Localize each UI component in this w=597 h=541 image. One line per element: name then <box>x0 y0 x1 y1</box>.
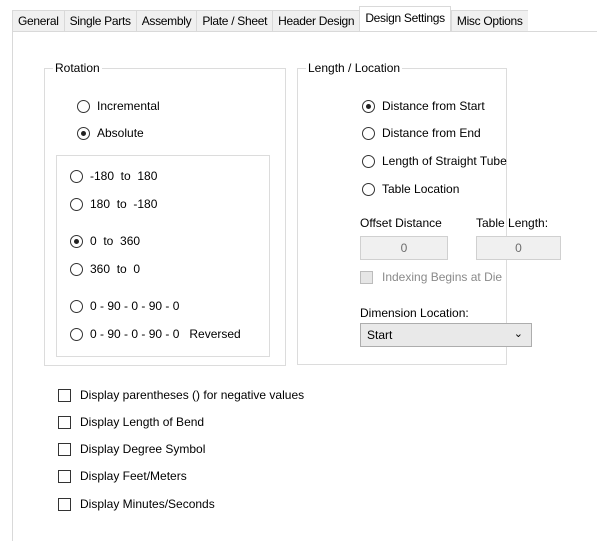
radio-icon[interactable] <box>70 169 83 183</box>
tab-plate-sheet[interactable]: Plate / Sheet <box>196 10 273 32</box>
tab-design-settings[interactable]: Design Settings <box>359 6 451 32</box>
label: Length of Straight Tube <box>382 154 507 168</box>
chevron-down-icon: ⌄ <box>513 328 523 340</box>
tab-misc-options[interactable]: Misc Options <box>450 10 528 32</box>
label: Display Feet/Meters <box>80 469 187 483</box>
checkbox-icon[interactable] <box>58 388 71 402</box>
indexing-checkbox[interactable]: Indexing Begins at Die <box>360 270 502 284</box>
label: 180 to -180 <box>90 197 158 211</box>
checkbox-icon[interactable] <box>58 497 71 511</box>
radio-icon[interactable] <box>70 327 83 341</box>
label: 0 to 360 <box>90 234 141 248</box>
radio-icon[interactable] <box>362 99 375 113</box>
radio-range-5[interactable]: 0 - 90 - 0 - 90 - 0 <box>70 299 179 313</box>
dimension-location-select[interactable]: Start ⌄ <box>360 323 532 347</box>
radio-absolute[interactable]: Absolute <box>77 126 144 140</box>
label: Table Location <box>382 182 460 196</box>
dimension-location-label: Dimension Location: <box>360 306 469 320</box>
checkbox-minutes-seconds[interactable]: Display Minutes/Seconds <box>58 497 215 511</box>
length-title: Length / Location <box>306 61 403 75</box>
label: 360 to 0 <box>90 262 141 276</box>
radio-icon[interactable] <box>362 182 375 196</box>
radio-icon[interactable] <box>70 234 83 248</box>
radio-icon[interactable] <box>70 197 83 211</box>
radio-range-4[interactable]: 360 to 0 <box>70 262 140 276</box>
checkbox-icon[interactable] <box>360 270 373 284</box>
checkbox-feet-meters[interactable]: Display Feet/Meters <box>58 469 187 483</box>
checkbox-length-of-bend[interactable]: Display Length of Bend <box>58 415 204 429</box>
label: 0 - 90 - 0 - 90 - 0 <box>90 299 180 313</box>
radio-icon[interactable] <box>70 299 83 313</box>
label: Distance from Start <box>382 99 485 113</box>
select-value: Start <box>367 328 393 342</box>
radio-table-location[interactable]: Table Location <box>362 182 459 196</box>
radio-icon[interactable] <box>70 262 83 276</box>
checkbox-icon[interactable] <box>58 469 71 483</box>
label: Absolute <box>97 126 144 140</box>
radio-range-6[interactable]: 0 - 90 - 0 - 90 - 0 Reversed <box>70 327 241 341</box>
table-length-label: Table Length: <box>476 216 549 230</box>
label: Display Degree Symbol <box>80 442 206 456</box>
label: Display Length of Bend <box>80 415 205 429</box>
radio-range-1[interactable]: -180 to 180 <box>70 169 157 183</box>
tab-bar: General Single Parts Assembly Plate / Sh… <box>12 6 528 32</box>
tab-assembly[interactable]: Assembly <box>135 10 197 32</box>
label: -180 to 180 <box>90 169 158 183</box>
tab-single-parts[interactable]: Single Parts <box>63 10 136 32</box>
label: Distance from End <box>382 126 481 140</box>
label: Display parentheses () for negative valu… <box>80 388 305 402</box>
label: Indexing Begins at Die <box>382 270 503 284</box>
checkbox-parentheses[interactable]: Display parentheses () for negative valu… <box>58 388 304 402</box>
radio-distance-end[interactable]: Distance from End <box>362 126 481 140</box>
radio-icon[interactable] <box>362 154 375 168</box>
radio-range-2[interactable]: 180 to -180 <box>70 197 157 211</box>
radio-distance-start[interactable]: Distance from Start <box>362 99 485 113</box>
checkbox-icon[interactable] <box>58 415 71 429</box>
label: Incremental <box>97 99 160 113</box>
radio-incremental[interactable]: Incremental <box>77 99 160 113</box>
radio-length-straight[interactable]: Length of Straight Tube <box>362 154 507 168</box>
checkbox-icon[interactable] <box>58 442 71 456</box>
offset-distance-field[interactable]: 0 <box>360 236 448 260</box>
label: 0 - 90 - 0 - 90 - 0 Reversed <box>90 327 241 341</box>
radio-icon[interactable] <box>362 126 375 140</box>
rotation-title: Rotation <box>53 61 102 75</box>
label: Display Minutes/Seconds <box>80 497 215 511</box>
offset-distance-label: Offset Distance <box>360 216 442 230</box>
tab-header-design[interactable]: Header Design <box>272 10 360 32</box>
radio-icon[interactable] <box>77 99 90 113</box>
tab-general[interactable]: General <box>12 10 64 32</box>
radio-icon[interactable] <box>77 126 90 140</box>
table-length-field[interactable]: 0 <box>476 236 561 260</box>
checkbox-degree-symbol[interactable]: Display Degree Symbol <box>58 442 205 456</box>
radio-range-3[interactable]: 0 to 360 <box>70 234 140 248</box>
